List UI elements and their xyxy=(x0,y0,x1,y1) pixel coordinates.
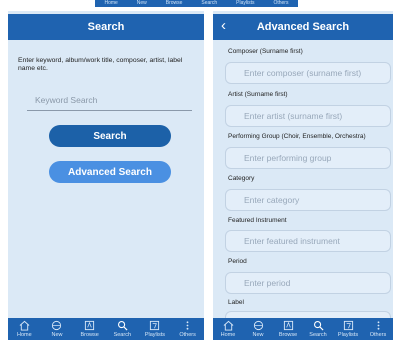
performing-group-input[interactable]: Enter performing group xyxy=(225,147,391,169)
advanced-search-header: ‹ Advanced Search xyxy=(213,14,393,40)
new-icon xyxy=(52,320,62,331)
search-hint: Enter keyword, album/work title, compose… xyxy=(18,57,183,72)
label-label: Label xyxy=(228,299,244,306)
tab-bar: Home New Browse Search Playlists Others xyxy=(8,318,204,340)
tab-browse[interactable]: Browse xyxy=(75,318,105,338)
featured-instrument-input[interactable]: Enter featured instrument xyxy=(225,230,391,252)
tab-home[interactable]: Home xyxy=(213,318,243,338)
top-strip-new: New xyxy=(136,0,147,6)
new-icon xyxy=(253,320,263,331)
category-label: Category xyxy=(228,175,255,182)
search-screen: Search Enter keyword, album/work title, … xyxy=(8,11,204,340)
page-title: Search xyxy=(87,21,125,33)
top-strip-search: Search xyxy=(201,0,218,6)
playlist-icon xyxy=(150,320,160,331)
browse-icon xyxy=(283,320,293,331)
tab-search[interactable]: Search xyxy=(303,318,333,338)
tab-playlists[interactable]: Playlists xyxy=(333,318,363,338)
keyword-search-input[interactable]: Keyword Search xyxy=(27,89,192,111)
period-input[interactable]: Enter period xyxy=(225,272,391,294)
composer-input[interactable]: Enter composer (surname first) xyxy=(225,62,391,84)
chevron-left-icon[interactable]: ‹ xyxy=(221,17,226,34)
browse-icon xyxy=(85,320,95,331)
tab-home[interactable]: Home xyxy=(9,318,39,338)
category-input[interactable]: Enter category xyxy=(225,189,391,211)
tab-bar: Home New Browse Search Playlists Others xyxy=(213,318,393,340)
search-icon xyxy=(117,321,128,331)
playlist-icon xyxy=(343,320,353,331)
top-strip-others: Others xyxy=(273,0,289,6)
search-icon xyxy=(313,321,324,331)
top-strip-home: Home xyxy=(104,0,118,6)
page-title: Advanced Search xyxy=(256,21,350,33)
tab-new[interactable]: New xyxy=(42,318,72,338)
top-strip: Home New Browse Search Playlists Others xyxy=(95,0,298,7)
tab-new[interactable]: New xyxy=(243,318,273,338)
tab-others[interactable]: Others xyxy=(363,318,393,338)
period-label: Period xyxy=(228,258,247,265)
top-strip-playlists: Playlists xyxy=(236,0,255,6)
performing-group-label: Performing Group (Choir, Ensemble, Orche… xyxy=(228,133,366,140)
artist-input[interactable]: Enter artist (surname first) xyxy=(225,105,391,127)
search-header: Search xyxy=(8,14,204,40)
more-icon xyxy=(377,321,379,330)
artist-label: Artist (Surname first) xyxy=(228,91,288,98)
tab-browse[interactable]: Browse xyxy=(273,318,303,338)
search-button[interactable]: Search xyxy=(49,125,171,147)
home-icon xyxy=(223,320,233,331)
featured-instrument-label: Featured Instrument xyxy=(228,217,287,224)
more-icon xyxy=(186,321,189,330)
tab-search[interactable]: Search xyxy=(107,318,137,338)
top-strip-browse: Browse xyxy=(165,0,183,6)
advanced-search-screen: ‹ Advanced Search Composer (Surname firs… xyxy=(213,11,393,340)
tab-playlists[interactable]: Playlists xyxy=(140,318,170,338)
home-icon xyxy=(19,320,30,331)
composer-label: Composer (Surname first) xyxy=(228,48,303,55)
advanced-search-button[interactable]: Advanced Search xyxy=(49,161,171,183)
tab-others[interactable]: Others xyxy=(173,318,203,338)
